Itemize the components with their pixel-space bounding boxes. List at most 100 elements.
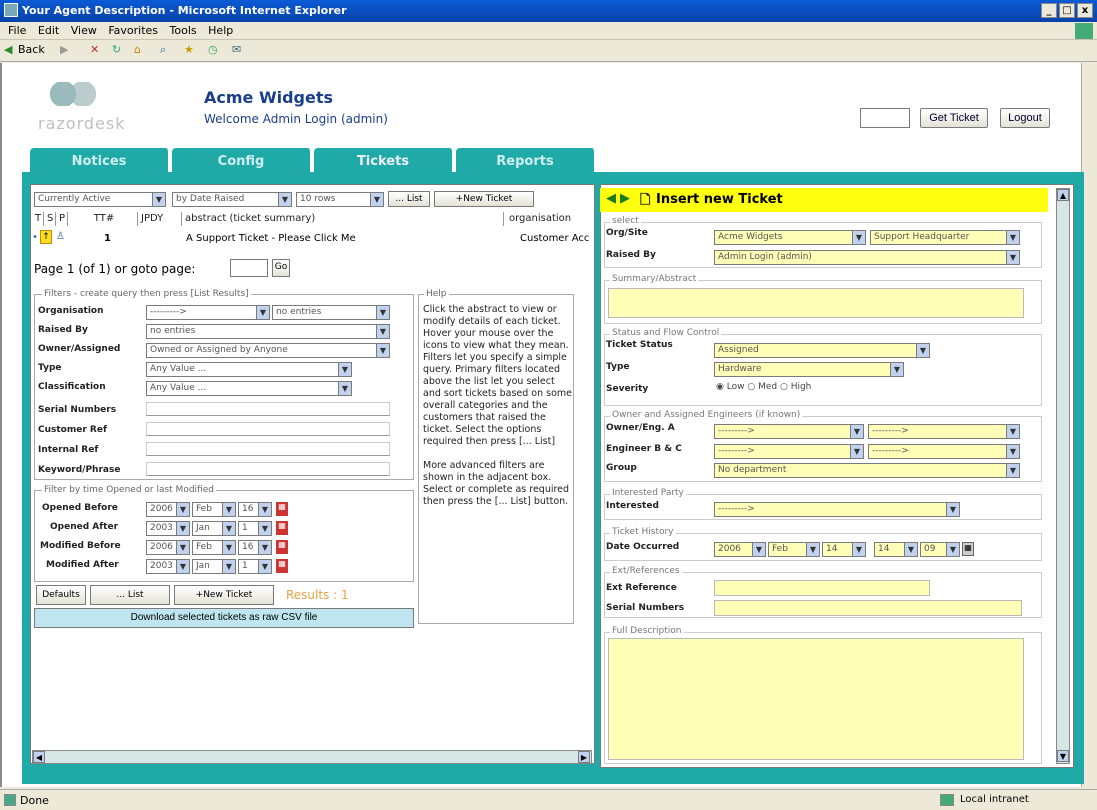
mail-icon[interactable]: ✉ (232, 43, 241, 56)
date-minute-select[interactable]: 09 ▼ (920, 542, 960, 557)
calendar-icon[interactable]: ▦ (276, 502, 288, 516)
date-month-select[interactable]: Feb ▼ (768, 542, 820, 557)
refresh-icon[interactable]: ↻ (112, 43, 121, 56)
stop-icon[interactable]: ✕ (90, 43, 99, 56)
favorites-icon[interactable]: ★ (184, 43, 194, 56)
type-select[interactable]: Hardware ▼ (714, 362, 904, 377)
col-p[interactable]: P (56, 212, 68, 226)
full-description-textarea[interactable] (608, 638, 1024, 760)
modified-after-year[interactable]: 2003 ▼ (146, 559, 190, 574)
calendar-icon[interactable]: ▦ (276, 540, 288, 554)
classification-select[interactable]: Any Value ... ▼ (146, 381, 352, 396)
ext-reference-input[interactable] (714, 580, 930, 596)
summary-input[interactable] (608, 288, 1024, 318)
customer-ref-input[interactable] (146, 422, 390, 436)
raised-by-select[interactable]: no entries ▼ (146, 324, 390, 339)
close-button[interactable]: x (1077, 3, 1093, 18)
modified-before-year[interactable]: 2006 ▼ (146, 540, 190, 555)
serial-numbers-input[interactable] (146, 402, 390, 416)
modified-after-month[interactable]: Jan ▼ (192, 559, 236, 574)
modified-before-day[interactable]: 16 ▼ (238, 540, 272, 555)
rows-select[interactable]: 10 rows ▼ (296, 192, 384, 207)
list-results-button[interactable]: ... List (90, 585, 170, 605)
ticket-number-input[interactable] (860, 108, 910, 128)
col-ttnum[interactable]: TT# (68, 212, 138, 226)
date-hour-select[interactable]: 14 ▼ (874, 542, 918, 557)
organisation-select[interactable]: ---------> ▼ (146, 305, 270, 320)
calendar-icon[interactable]: ▦ (276, 521, 288, 535)
calendar-icon[interactable]: ▦ (962, 542, 974, 556)
forward-arrow-icon[interactable]: ▶ (60, 43, 68, 56)
list-horizontal-scrollbar[interactable] (32, 750, 592, 764)
engineer-c-select[interactable]: ---------> ▼ (868, 444, 1020, 459)
menu-file[interactable]: File (8, 24, 26, 37)
new-ticket-bottom-button[interactable]: +New Ticket (174, 585, 274, 605)
get-ticket-button[interactable]: Get Ticket (920, 108, 988, 128)
col-abstract[interactable]: abstract (ticket summary) (182, 212, 504, 226)
maximize-button[interactable]: □ (1059, 3, 1075, 18)
right-pane-scrollbar[interactable] (1056, 188, 1070, 764)
date-day-select[interactable]: 14 ▼ (822, 542, 866, 557)
calendar-icon[interactable]: ▦ (276, 559, 288, 573)
minimize-button[interactable]: _ (1041, 3, 1057, 18)
radio-high-icon[interactable]: ○ (780, 382, 788, 392)
defaults-button[interactable]: Defaults (36, 585, 86, 605)
sort-select[interactable]: by Date Raised ▼ (172, 192, 292, 207)
ticket-status-select[interactable]: Assigned ▼ (714, 343, 930, 358)
search-icon[interactable]: ⌕ (160, 43, 166, 57)
col-jpdy[interactable]: JPDY (138, 212, 182, 226)
owner-select[interactable]: ---------> ▼ (714, 424, 864, 439)
scroll-up-icon[interactable]: ▲ (1057, 189, 1069, 201)
interested-select[interactable]: ---------> ▼ (714, 502, 960, 517)
opened-before-day[interactable]: 16 ▼ (238, 502, 272, 517)
menu-edit[interactable]: Edit (38, 24, 59, 37)
forward-arrow-icon[interactable]: ▶ (620, 191, 630, 206)
org-select[interactable]: Acme Widgets ▼ (714, 230, 866, 245)
modified-before-month[interactable]: Feb ▼ (192, 540, 236, 555)
home-icon[interactable]: ⌂ (134, 43, 141, 56)
modified-after-day[interactable]: 1 ▼ (238, 559, 272, 574)
new-ticket-button[interactable]: +New Ticket (434, 191, 534, 207)
ticket-abstract-link[interactable]: A Support Ticket - Please Click Me (186, 233, 356, 244)
goto-page-input[interactable] (230, 259, 268, 277)
opened-before-year[interactable]: 2006 ▼ (146, 502, 190, 517)
status-filter-select[interactable]: Currently Active ▼ (34, 192, 166, 207)
opened-after-day[interactable]: 1 ▼ (238, 521, 272, 536)
menu-favorites[interactable]: Favorites (108, 24, 158, 37)
download-csv-button[interactable]: Download selected tickets as raw CSV fil… (34, 608, 414, 628)
col-s[interactable]: S (44, 212, 56, 226)
menu-view[interactable]: View (71, 24, 97, 37)
raised-by-select[interactable]: Admin Login (admin) ▼ (714, 250, 1020, 265)
back-arrow-icon[interactable]: ◀ (4, 43, 12, 56)
document-icon: 🗋 (640, 193, 651, 208)
col-t[interactable]: T (32, 212, 44, 226)
radio-low-icon[interactable]: ◉ (716, 382, 724, 392)
history-icon[interactable]: ◷ (208, 43, 218, 56)
internal-ref-input[interactable] (146, 442, 390, 456)
owner-select[interactable]: Owned or Assigned by Anyone ▼ (146, 343, 390, 358)
group-select[interactable]: No department ▼ (714, 463, 1020, 478)
scroll-down-icon[interactable]: ▼ (1057, 750, 1069, 762)
opened-after-month[interactable]: Jan ▼ (192, 521, 236, 536)
opened-after-year[interactable]: 2003 ▼ (146, 521, 190, 536)
back-button[interactable]: Back (18, 43, 45, 56)
col-organisation[interactable]: organisation (506, 212, 590, 226)
serial-numbers-input[interactable] (714, 600, 1022, 616)
scroll-left-icon[interactable]: ◀ (33, 751, 45, 763)
engineer-b-select[interactable]: ---------> ▼ (714, 444, 864, 459)
date-year-select[interactable]: 2006 ▼ (714, 542, 766, 557)
logout-button[interactable]: Logout (1000, 108, 1050, 128)
menu-help[interactable]: Help (208, 24, 233, 37)
back-arrow-icon[interactable]: ◀ (606, 191, 616, 206)
site-select[interactable]: no entries ▼ (272, 305, 390, 320)
keyword-input[interactable] (146, 462, 390, 476)
go-button[interactable]: Go (272, 259, 290, 277)
type-select[interactable]: Any Value ... ▼ (146, 362, 352, 377)
scroll-right-icon[interactable]: ▶ (578, 751, 590, 763)
opened-before-month[interactable]: Feb ▼ (192, 502, 236, 517)
radio-med-icon[interactable]: ○ (747, 382, 755, 392)
site-select[interactable]: Support Headquarter ▼ (870, 230, 1020, 245)
menu-tools[interactable]: Tools (170, 24, 197, 37)
engineer-a-select[interactable]: ---------> ▼ (868, 424, 1020, 439)
list-button[interactable]: ... List (388, 191, 430, 207)
